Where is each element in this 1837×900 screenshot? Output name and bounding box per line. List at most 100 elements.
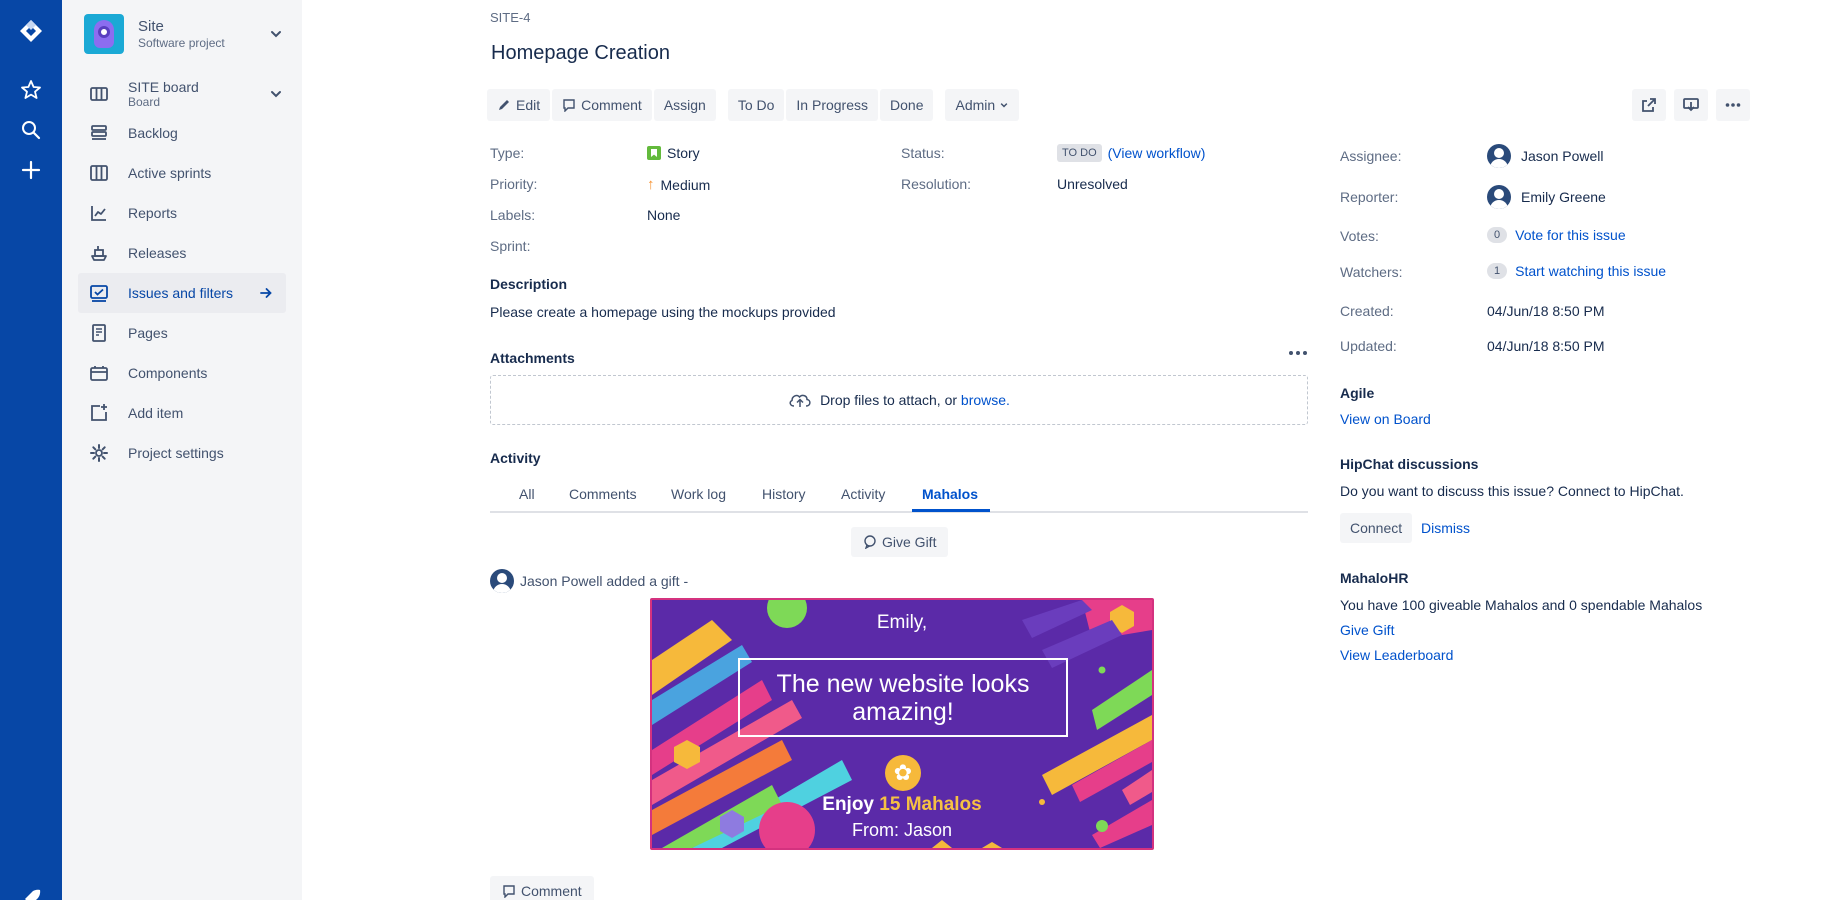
votes-count: 0 <box>1487 227 1508 243</box>
watch-link[interactable]: Start watching this issue <box>1515 263 1666 279</box>
project-name: Site <box>138 18 164 35</box>
votes-label: Votes: <box>1340 228 1379 244</box>
activity-heading: Activity <box>490 450 541 466</box>
plus-icon[interactable] <box>16 155 46 185</box>
browse-link[interactable]: browse. <box>961 392 1010 408</box>
reports-icon <box>88 202 110 224</box>
done-button[interactable]: Done <box>880 89 934 121</box>
story-icon <box>647 146 661 160</box>
sprints-icon <box>88 162 110 184</box>
pages-icon <box>88 322 110 344</box>
jira-logo-icon[interactable] <box>16 16 46 46</box>
admin-dropdown[interactable]: Admin <box>945 89 1020 121</box>
issue-key[interactable]: SITE-4 <box>490 10 530 25</box>
avatar <box>1487 185 1511 209</box>
mahalohr-text: You have 100 giveable Mahalos and 0 spen… <box>1340 597 1703 613</box>
sidebar-item-project-settings[interactable]: Project settings <box>78 433 286 473</box>
tab-all[interactable]: All <box>519 486 535 502</box>
give-gift-button[interactable]: Give Gift <box>851 527 949 557</box>
gift-card-recipient: Emily, <box>876 612 928 633</box>
chevron-down-icon[interactable] <box>268 26 284 42</box>
tab-work-log[interactable]: Work log <box>671 486 726 502</box>
created-label: Created: <box>1340 303 1394 319</box>
comment-label: Comment <box>521 883 582 899</box>
vote-link[interactable]: Vote for this issue <box>1515 227 1626 243</box>
gift-activity-line: Jason Powell added a gift - <box>490 569 688 593</box>
sidebar-item-reports[interactable]: Reports <box>78 193 286 233</box>
status-label: Status: <box>901 145 945 161</box>
sidebar-item-label: Active sprints <box>128 165 212 181</box>
view-leaderboard-link[interactable]: View Leaderboard <box>1340 647 1453 663</box>
updated-label: Updated: <box>1340 338 1397 354</box>
sidebar-item-active-sprints[interactable]: Active sprints <box>78 153 286 193</box>
issue-sidebar: Assignee: Jason Powell Reporter: Emily G… <box>1340 0 1760 900</box>
avatar[interactable] <box>490 569 514 593</box>
attachment-dropzone[interactable]: Drop files to attach, or browse. <box>490 375 1308 425</box>
gear-icon <box>88 442 110 464</box>
dismiss-link[interactable]: Dismiss <box>1421 520 1470 536</box>
star-icon[interactable] <box>16 75 46 105</box>
sidebar-item-label: Add item <box>128 405 184 421</box>
sidebar-item-backlog[interactable]: Backlog <box>78 113 286 153</box>
created-value: 04/Jun/18 8:50 PM <box>1487 303 1605 319</box>
active-tab-indicator <box>912 509 990 512</box>
connect-button[interactable]: Connect <box>1340 513 1413 543</box>
watchers-count: 1 <box>1487 263 1508 279</box>
in-progress-button[interactable]: In Progress <box>786 89 879 121</box>
issue-title[interactable]: Homepage Creation <box>491 42 670 65</box>
resolution-label: Resolution: <box>901 176 972 192</box>
reporter-label: Reporter: <box>1340 189 1399 205</box>
labels-value: None <box>647 207 681 223</box>
rocket-icon[interactable] <box>16 884 46 900</box>
comment-button[interactable]: Comment <box>552 89 652 121</box>
sidebar-item-label: Components <box>128 365 208 381</box>
tab-mahalos[interactable]: Mahalos <box>922 486 978 502</box>
mahalohr-heading: MahaloHR <box>1340 570 1409 586</box>
gift-card-message: The new website looks amazing! <box>738 658 1068 737</box>
sidebar-nav: Backlog Active sprints Reports Releases … <box>78 113 286 473</box>
issues-icon <box>88 282 110 304</box>
view-workflow-link[interactable]: (View workflow) <box>1108 145 1206 161</box>
todo-button[interactable]: To Do <box>727 89 785 121</box>
priority-value-text: Medium <box>660 176 711 193</box>
board-selector[interactable]: SITE board Board <box>84 76 284 112</box>
assignee-value[interactable]: Jason Powell <box>1487 144 1604 168</box>
tab-comments[interactable]: Comments <box>569 486 637 502</box>
votes-value: 0 Vote for this issue <box>1487 227 1626 243</box>
sidebar-item-label: Pages <box>128 325 168 341</box>
give-gift-label: Give Gift <box>882 534 937 550</box>
components-icon <box>88 362 110 384</box>
tab-activity[interactable]: Activity <box>841 486 885 502</box>
attachments-heading: Attachments <box>490 350 575 366</box>
tab-history[interactable]: History <box>762 486 806 502</box>
sidebar-item-label: Releases <box>128 245 187 261</box>
search-icon[interactable] <box>16 115 46 145</box>
add-item-icon <box>88 402 110 424</box>
type-label: Type: <box>490 145 525 161</box>
sidebar-item-components[interactable]: Components <box>78 353 286 393</box>
edit-button[interactable]: Edit <box>487 89 551 121</box>
activity-tabs: All Comments Work log History Activity M… <box>490 478 1308 513</box>
sprint-label: Sprint: <box>490 238 531 254</box>
project-header[interactable]: Site Software project <box>84 12 284 56</box>
cloud-upload-icon <box>789 394 811 407</box>
more-icon[interactable] <box>1288 348 1308 358</box>
sidebar-item-pages[interactable]: Pages <box>78 313 286 353</box>
assign-button[interactable]: Assign <box>653 89 716 121</box>
sidebar-item-add-item[interactable]: Add item <box>78 393 286 433</box>
description-text[interactable]: Please create a homepage using the mocku… <box>490 304 836 320</box>
project-sidebar: Site Software project SITE board Board B… <box>62 0 302 900</box>
give-gift-link[interactable]: Give Gift <box>1340 622 1394 638</box>
assignee-name: Jason Powell <box>1521 148 1604 164</box>
arrow-up-icon: ↑ <box>647 176 655 193</box>
edit-label: Edit <box>516 97 541 113</box>
issue-toolbar: Edit Comment Assign To Do In Progress Do… <box>487 89 1031 121</box>
sidebar-item-releases[interactable]: Releases <box>78 233 286 273</box>
chevron-down-icon[interactable] <box>268 86 284 102</box>
sidebar-item-issues-and-filters[interactable]: Issues and filters <box>78 273 286 313</box>
type-value-text: Story <box>667 145 700 161</box>
reporter-value[interactable]: Emily Greene <box>1487 185 1606 209</box>
add-comment-button[interactable]: Comment <box>490 876 594 900</box>
type-value: Story <box>647 145 700 161</box>
view-on-board-link[interactable]: View on Board <box>1340 411 1431 427</box>
